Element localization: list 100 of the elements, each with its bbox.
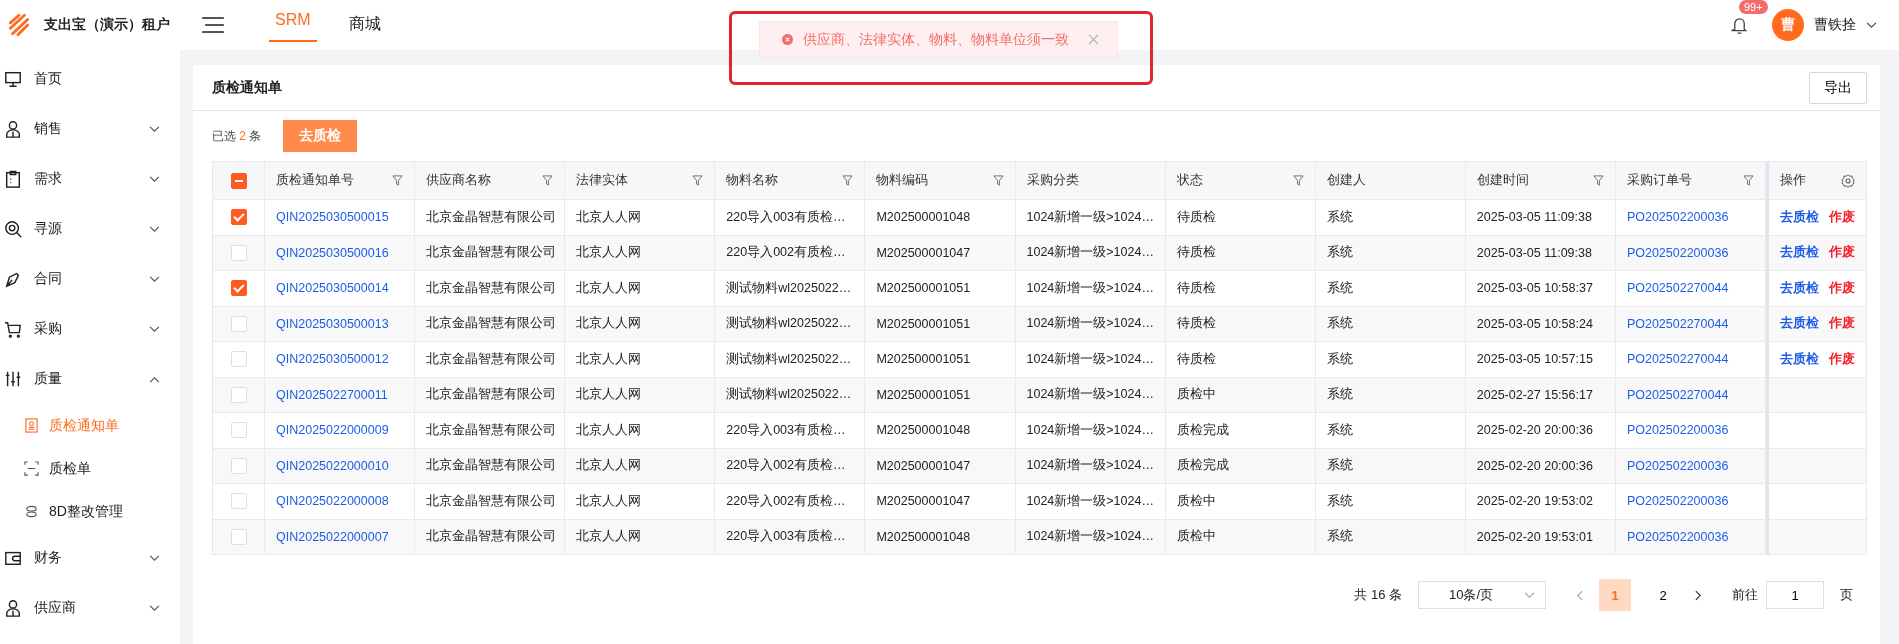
order-number-link[interactable]: PO202502200036 bbox=[1626, 529, 1729, 544]
inspect-link[interactable]: 去质检 bbox=[1780, 244, 1819, 262]
notice-number-link[interactable]: QIN2025022000010 bbox=[276, 458, 389, 473]
table-cell: 北京人人网 bbox=[565, 306, 716, 342]
filter-icon[interactable] bbox=[692, 175, 704, 186]
order-number-link[interactable]: PO202502200036 bbox=[1626, 458, 1729, 473]
sidebar-item[interactable]: 供应商 bbox=[0, 583, 180, 633]
submenu-item[interactable]: 8D整改管理 bbox=[0, 490, 180, 533]
notice-number-link[interactable]: QIN2025030500015 bbox=[276, 210, 389, 225]
order-number-link[interactable]: PO202502270044 bbox=[1626, 316, 1729, 331]
sidebar-item[interactable]: 采购 bbox=[0, 304, 180, 354]
submenu-item[interactable]: 质检通知单 bbox=[0, 404, 180, 447]
table-cell: 2025-03-05 11:09:38 bbox=[1465, 235, 1616, 271]
sidebar-item[interactable]: 质量 bbox=[0, 354, 180, 404]
table-cell: 测试物料wl2025022… bbox=[715, 271, 866, 307]
table-cell: 220导入002有质检… bbox=[715, 448, 866, 484]
select-all-checkbox[interactable] bbox=[230, 172, 247, 189]
document-icon bbox=[24, 418, 39, 433]
notice-number-link[interactable]: QIN2025022000008 bbox=[276, 494, 389, 509]
order-number-link[interactable]: PO202502270044 bbox=[1626, 352, 1729, 367]
notification-badge: 99+ bbox=[1739, 0, 1768, 14]
wallet-icon bbox=[4, 549, 22, 567]
void-link[interactable]: 作废 bbox=[1829, 350, 1855, 368]
sidebar-label: 销售 bbox=[34, 120, 63, 138]
table-cell: 1024新增一级>1024… bbox=[1015, 342, 1166, 378]
filter-icon[interactable] bbox=[542, 175, 554, 186]
filter-icon[interactable] bbox=[1592, 175, 1604, 186]
close-icon[interactable] bbox=[1088, 34, 1099, 45]
table-cell: 北京金晶智慧有限公司 bbox=[415, 342, 566, 378]
chevron-down-icon[interactable] bbox=[1866, 21, 1877, 29]
table-cell: M202500001051 bbox=[865, 271, 1016, 307]
order-number-link[interactable]: PO202502200036 bbox=[1626, 210, 1729, 225]
notice-number-link[interactable]: QIN2025030500013 bbox=[276, 316, 389, 331]
chevron-down-icon bbox=[1524, 591, 1535, 599]
order-number-link[interactable]: PO202502200036 bbox=[1626, 423, 1729, 438]
settings-icon[interactable] bbox=[1841, 173, 1855, 188]
void-link[interactable]: 作废 bbox=[1829, 244, 1855, 262]
notice-number-link[interactable]: QIN2025030500012 bbox=[276, 352, 389, 367]
notice-number-link[interactable]: QIN2025030500016 bbox=[276, 245, 389, 260]
next-page-icon[interactable] bbox=[1695, 589, 1702, 601]
bell-icon[interactable] bbox=[1731, 15, 1748, 35]
column-header: 采购分类 bbox=[1026, 172, 1079, 189]
order-number-link[interactable]: PO202502270044 bbox=[1626, 387, 1729, 402]
row-checkbox[interactable] bbox=[230, 280, 247, 297]
sidebar-item[interactable]: 首页 bbox=[0, 54, 180, 104]
table-cell: 北京金晶智慧有限公司 bbox=[415, 484, 566, 520]
sidebar-item[interactable]: 寻源 bbox=[0, 204, 180, 254]
row-checkbox[interactable] bbox=[230, 209, 247, 226]
sidebar-item[interactable]: 销售 bbox=[0, 104, 180, 154]
filter-icon[interactable] bbox=[1743, 175, 1754, 186]
table-cell: 北京金晶智慧有限公司 bbox=[415, 377, 566, 413]
table-cell: 1024新增一级>1024… bbox=[1015, 306, 1166, 342]
column-header: 法律实体 bbox=[576, 172, 629, 189]
table-cell: 2025-03-05 10:58:24 bbox=[1465, 306, 1616, 342]
logo-icon bbox=[6, 12, 32, 38]
table-cell: 2025-02-27 15:56:17 bbox=[1465, 377, 1616, 413]
filter-icon[interactable] bbox=[842, 175, 854, 186]
order-number-link[interactable]: PO202502270044 bbox=[1626, 281, 1729, 296]
export-button[interactable]: 导出 bbox=[1809, 71, 1867, 104]
sidebar-label: 合同 bbox=[34, 270, 63, 288]
cart-icon bbox=[4, 320, 22, 338]
filter-icon[interactable] bbox=[392, 175, 404, 186]
inspect-link[interactable]: 去质检 bbox=[1780, 208, 1819, 226]
previous-page-icon[interactable] bbox=[1576, 589, 1583, 601]
table-cell: M202500001047 bbox=[865, 448, 1016, 484]
void-link[interactable]: 作废 bbox=[1829, 315, 1855, 333]
notice-number-link[interactable]: QIN2025022000007 bbox=[276, 529, 389, 544]
submenu-label: 质检通知单 bbox=[49, 416, 119, 435]
filter-icon[interactable] bbox=[1292, 175, 1304, 186]
column-header: 创建人 bbox=[1326, 172, 1366, 189]
notice-number-link[interactable]: QIN2025030500014 bbox=[276, 281, 389, 296]
notice-number-link[interactable]: QIN2025022700011 bbox=[276, 387, 388, 402]
table-cell: 北京人人网 bbox=[565, 342, 716, 378]
submenu-label: 质检单 bbox=[49, 459, 91, 478]
inspect-link[interactable]: 去质检 bbox=[1780, 350, 1819, 368]
sidebar-item[interactable]: 需求 bbox=[0, 154, 180, 204]
submenu-item[interactable]: 质检单 bbox=[0, 447, 180, 490]
column-header: 物料编码 bbox=[876, 172, 929, 189]
void-link[interactable]: 作废 bbox=[1829, 279, 1855, 297]
void-link[interactable]: 作废 bbox=[1829, 208, 1855, 226]
notice-number-link[interactable]: QIN2025022000009 bbox=[276, 423, 389, 438]
order-number-link[interactable]: PO202502200036 bbox=[1626, 494, 1729, 509]
sidebar-label: 质量 bbox=[34, 370, 63, 388]
column-header: 物料名称 bbox=[726, 172, 779, 189]
inspect-link[interactable]: 去质检 bbox=[1780, 315, 1819, 333]
sidebar-item[interactable]: 合同 bbox=[0, 254, 180, 304]
inspect-link[interactable]: 去质检 bbox=[1780, 279, 1819, 297]
menu-icon[interactable] bbox=[202, 16, 224, 34]
table-cell: 北京金晶智慧有限公司 bbox=[415, 235, 566, 271]
order-number-link[interactable]: PO202502200036 bbox=[1626, 245, 1729, 260]
sidebar-item[interactable]: 财务 bbox=[0, 533, 180, 583]
page-number-field[interactable]: 1 bbox=[1766, 581, 1824, 609]
user-name[interactable]: 曹铁拴 bbox=[1814, 16, 1856, 34]
page-button[interactable]: 2 bbox=[1647, 579, 1679, 611]
page-size-select[interactable]: 10条/页 bbox=[1418, 581, 1546, 609]
pen-icon bbox=[4, 270, 22, 288]
filter-icon[interactable] bbox=[992, 175, 1004, 186]
table-cell: 1024新增一级>1024… bbox=[1015, 235, 1166, 271]
nav-tab[interactable]: SRM bbox=[269, 0, 317, 42]
nav-tab[interactable]: 商城 bbox=[342, 0, 387, 50]
